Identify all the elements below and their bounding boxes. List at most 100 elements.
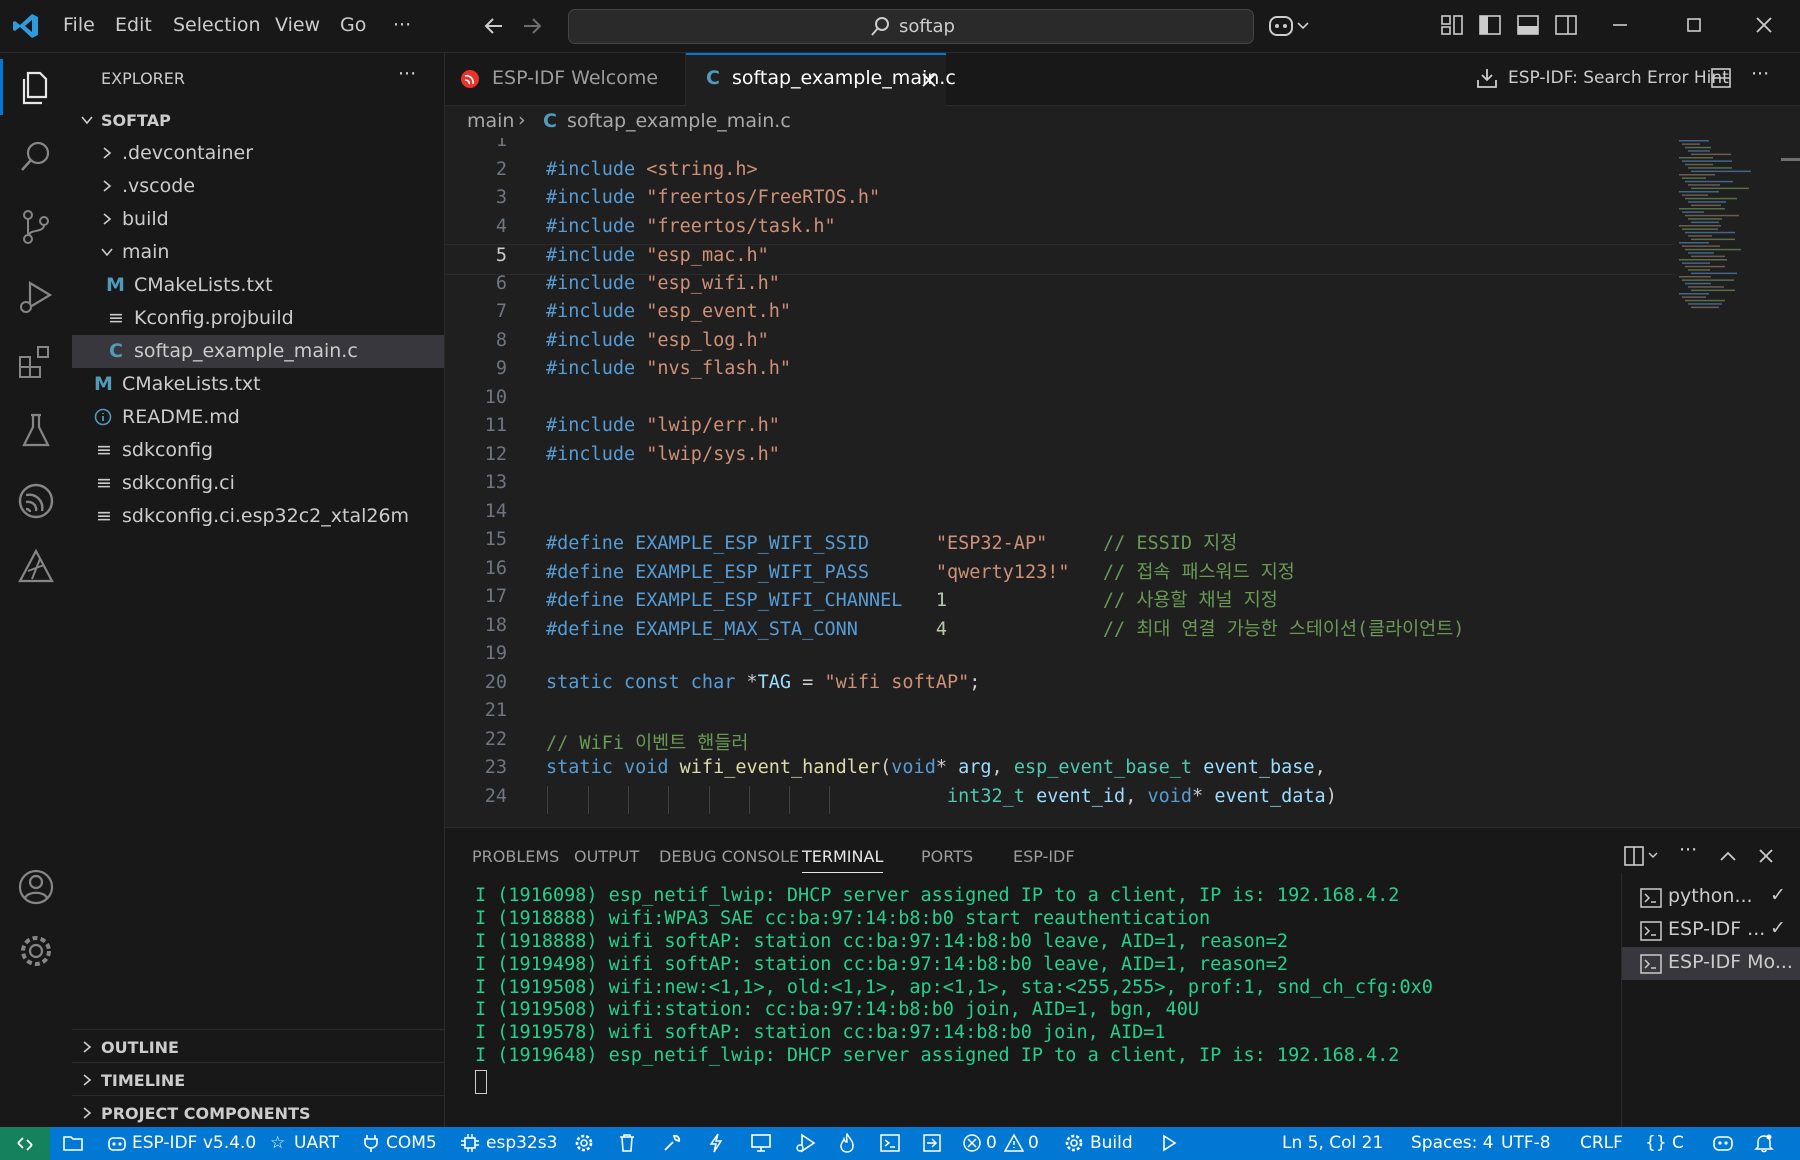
panel-tab-terminal[interactable]: TERMINAL	[802, 847, 884, 873]
build-flash-monitor-flame-icon[interactable]	[838, 1133, 856, 1153]
outline-section[interactable]: OUTLINE	[72, 1029, 444, 1063]
tree-file-softap-example-main[interactable]: C softap_example_main.c	[72, 335, 444, 368]
toggle-secondary-sidebar-icon[interactable]	[1554, 13, 1580, 39]
breadcrumb-folder[interactable]: main	[467, 110, 514, 132]
code-editor[interactable]: 1 2 #include <string.h> 3 #include "freertos…	[445, 138, 1800, 826]
tab-softap-example-main[interactable]: C softap_example_main.c	[686, 53, 956, 107]
menu-view[interactable]: View	[275, 14, 320, 36]
code-line[interactable]: 14	[445, 501, 1675, 530]
menu-selection[interactable]: Selection	[173, 14, 261, 36]
copilot-status-icon[interactable]	[1712, 1133, 1734, 1153]
tree-folder-build[interactable]: build	[72, 203, 444, 236]
encoding-button[interactable]: UTF-8	[1501, 1133, 1551, 1153]
code-line[interactable]: 11 #include "lwip/err.h"	[445, 415, 1675, 444]
code-line[interactable]: 23 static void wifi_event_handler(void* a…	[445, 757, 1675, 786]
idf-version-button[interactable]: ESP-IDF v5.4.0	[132, 1133, 256, 1153]
maximize-icon[interactable]	[1682, 13, 1708, 39]
copilot-icon[interactable]	[1268, 13, 1312, 39]
code-line[interactable]: 1	[445, 138, 1675, 159]
code-line[interactable]: 13	[445, 472, 1675, 501]
code-line[interactable]: 8 #include "esp_log.h"	[445, 330, 1675, 359]
code-line[interactable]: 3 #include "freertos/FreeRTOS.h"	[445, 187, 1675, 216]
notifications-bell-icon[interactable]	[1754, 1133, 1774, 1153]
open-terminal-icon[interactable]	[880, 1133, 900, 1153]
extensions-icon[interactable]	[14, 339, 58, 383]
code-line[interactable]: 2 #include <string.h>	[445, 159, 1675, 188]
accounts-icon[interactable]	[14, 865, 58, 909]
eol-button[interactable]: CRLF	[1580, 1133, 1623, 1153]
panel-tab-output[interactable]: OUTPUT	[574, 847, 639, 866]
remote-indicator[interactable]	[0, 1127, 50, 1160]
code-line[interactable]: 20 static const char *TAG = "wifi softAP"…	[445, 672, 1675, 701]
code-line[interactable]: 19	[445, 643, 1675, 672]
close-window-icon[interactable]	[1752, 13, 1778, 39]
code-line[interactable]: 15 #define EXAMPLE_ESP_WIFI_SSID "ESP32-A…	[445, 529, 1675, 558]
target-button[interactable]: esp32s3	[486, 1133, 557, 1153]
close-tab-icon[interactable]	[920, 71, 938, 89]
explorer-more-button[interactable]: ···	[398, 63, 416, 85]
cursor-position[interactable]: Ln 5, Col 21	[1282, 1133, 1383, 1153]
tree-folder-vscode[interactable]: .vscode	[72, 170, 444, 203]
flash-lightning-icon[interactable]	[708, 1133, 724, 1153]
folder-icon[interactable]	[62, 1133, 84, 1153]
build-wrench-icon[interactable]	[662, 1133, 682, 1153]
timeline-section[interactable]: TIMELINE	[72, 1062, 444, 1096]
code-line[interactable]: 6 #include "esp_wifi.h"	[445, 273, 1675, 302]
code-line[interactable]: 24 int32_t event_id, void* event_data)	[445, 786, 1675, 815]
language-mode-button[interactable]: C	[1672, 1133, 1684, 1153]
code-line[interactable]: 18 #define EXAMPLE_MAX_STA_CONN 4 // 최대 연…	[445, 615, 1675, 644]
menu-edit[interactable]: Edit	[115, 14, 152, 36]
split-terminal-icon[interactable]	[1623, 845, 1663, 867]
search-error-hint-button[interactable]: ESP-IDF: Search Error Hint	[1508, 68, 1729, 88]
breadcrumb-file[interactable]: softap_example_main.c	[567, 110, 791, 132]
toggle-primary-sidebar-icon[interactable]	[1478, 13, 1504, 39]
search-view-icon[interactable]	[14, 135, 58, 179]
terminal-output[interactable]: I (1916098) esp_netif_lwip: DHCP server …	[445, 878, 1620, 1128]
run-play-icon[interactable]	[1160, 1134, 1178, 1152]
minimize-icon[interactable]	[1608, 13, 1634, 39]
code-line[interactable]: 5 #include "esp_mac.h"	[445, 244, 1675, 275]
menu-go[interactable]: Go	[340, 14, 366, 36]
tree-file-main-cmakelists[interactable]: M CMakeLists.txt	[72, 269, 444, 302]
full-clean-trash-icon[interactable]	[618, 1133, 636, 1153]
code-line[interactable]: 16 #define EXAMPLE_ESP_WIFI_PASS "qwerty1…	[445, 558, 1675, 587]
tab-esp-idf-welcome[interactable]: ESP-IDF Welcome	[445, 53, 686, 105]
code-line[interactable]: 21	[445, 700, 1675, 729]
code-line[interactable]: 9 #include "nvs_flash.h"	[445, 358, 1675, 387]
command-center-search[interactable]: softap	[568, 9, 1254, 44]
source-control-icon[interactable]	[14, 205, 58, 249]
toggle-panel-icon[interactable]	[1516, 13, 1542, 39]
panel-tab-problems[interactable]: PROBLEMS	[472, 847, 559, 866]
code-line[interactable]: 12 #include "lwip/sys.h"	[445, 444, 1675, 473]
idf-tools-icon[interactable]	[14, 545, 58, 589]
editor-more-actions-button[interactable]: ···	[1751, 63, 1769, 85]
problems-indicator[interactable]: 0 0	[962, 1127, 1066, 1160]
terminal-item-esp-idf[interactable]: ESP-IDF ... ✓	[1622, 914, 1800, 947]
espressif-icon[interactable]	[14, 479, 58, 523]
forward-arrow-icon[interactable]	[520, 14, 544, 38]
code-line[interactable]: 22 // WiFi 이벤트 핸들러	[445, 729, 1675, 758]
panel-tab-debug-console[interactable]: DEBUG CONSOLE	[659, 847, 799, 866]
testing-icon[interactable]	[14, 409, 58, 453]
flash-method-button[interactable]: UART	[294, 1133, 339, 1153]
run-and-debug-icon[interactable]	[14, 275, 58, 319]
code-line[interactable]: 4 #include "freertos/task.h"	[445, 216, 1675, 245]
sdkconfig-gear-icon[interactable]	[574, 1133, 594, 1153]
customize-layout-icon[interactable]	[1440, 13, 1466, 39]
terminal-item-esp-idf-monitor[interactable]: ESP-IDF Mo...	[1622, 947, 1800, 980]
debug-icon[interactable]	[794, 1133, 816, 1153]
project-components-section[interactable]: PROJECT COMPONENTS	[72, 1095, 444, 1129]
code-line[interactable]: 10	[445, 387, 1675, 416]
tree-file-sdkconfig[interactable]: ≡ sdkconfig	[72, 434, 444, 467]
minimap[interactable]	[1675, 138, 1787, 338]
tree-folder-main[interactable]: main	[72, 236, 444, 269]
menu-more[interactable]: ···	[393, 14, 411, 36]
panel-tab-esp-idf[interactable]: ESP-IDF	[1013, 847, 1075, 866]
split-editor-icon[interactable]	[1710, 67, 1732, 89]
tree-file-root-cmakelists[interactable]: M CMakeLists.txt	[72, 368, 444, 401]
settings-gear-icon[interactable]	[14, 929, 58, 973]
close-panel-icon[interactable]	[1755, 845, 1777, 867]
code-line[interactable]: 7 #include "esp_event.h"	[445, 301, 1675, 330]
tree-file-kconfig[interactable]: ≡ Kconfig.projbuild	[72, 302, 444, 335]
terminal-item-python[interactable]: python... ✓	[1622, 881, 1800, 914]
